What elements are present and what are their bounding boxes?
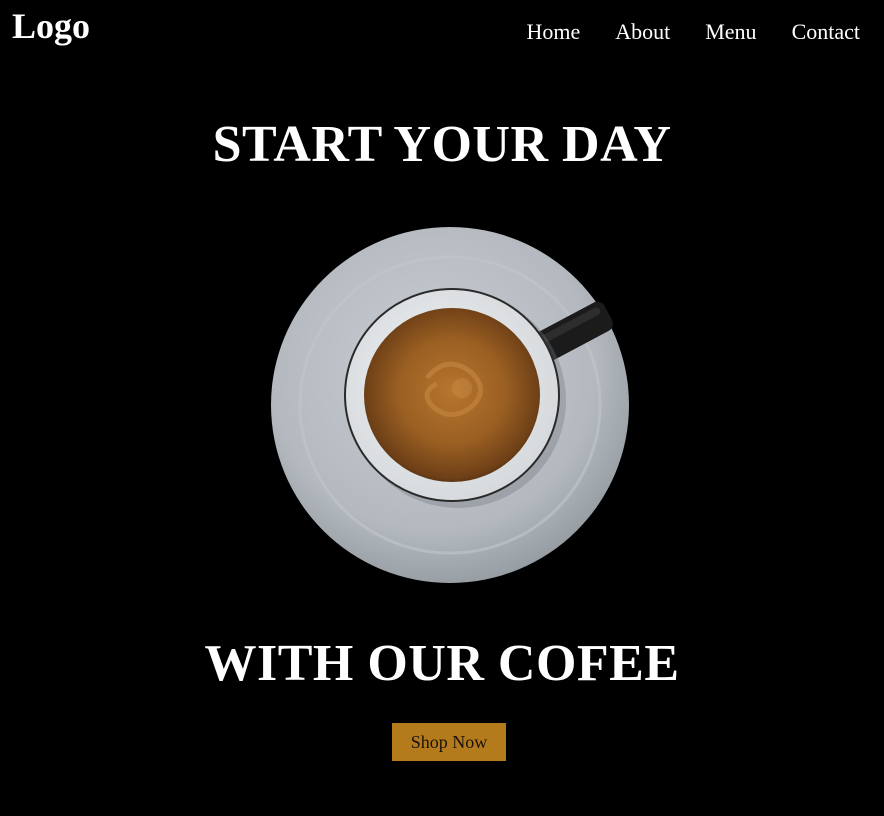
main-nav: Home About Menu Contact <box>526 18 860 46</box>
logo[interactable]: Logo <box>12 4 90 48</box>
nav-link-menu[interactable]: Menu <box>705 18 756 46</box>
shop-now-button[interactable]: Shop Now <box>392 723 506 761</box>
nav-link-home[interactable]: Home <box>526 18 580 46</box>
nav-link-about[interactable]: About <box>615 18 670 46</box>
coffee-cup-illustration <box>271 227 629 583</box>
hero-headline-bottom: WITH OUR COFEE <box>204 635 680 692</box>
coffee-cup-image <box>262 218 642 594</box>
nav-link-contact[interactable]: Contact <box>792 18 860 46</box>
hero-headline-top: START YOUR DAY <box>212 116 672 173</box>
landing-page: Logo Home About Menu Contact START YOUR … <box>0 0 884 816</box>
